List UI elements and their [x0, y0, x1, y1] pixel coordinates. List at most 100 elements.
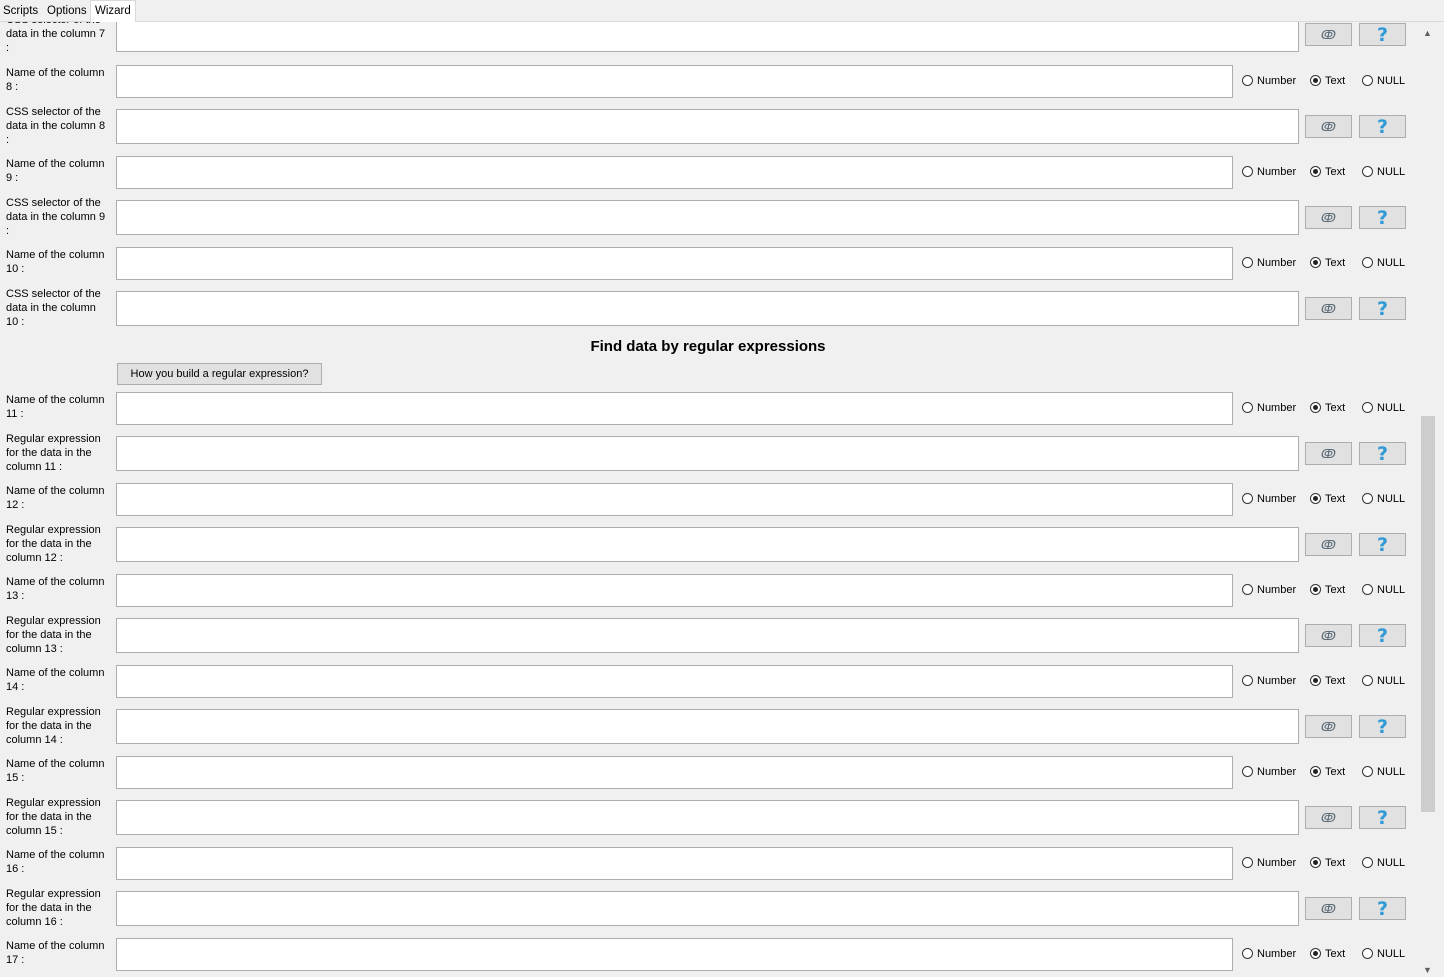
type-radio-text[interactable]: Text: [1310, 674, 1345, 688]
type-radio-text[interactable]: Text: [1310, 165, 1345, 179]
help-button[interactable]: ?: [1359, 806, 1406, 829]
type-radio-text[interactable]: Text: [1310, 492, 1345, 506]
look-button[interactable]: ↂ: [1305, 442, 1352, 465]
type-radio-null[interactable]: NULL: [1362, 947, 1405, 961]
radio-circle-icon: [1310, 493, 1321, 504]
column-name-label: Name of the column 13 :: [6, 576, 105, 602]
selector-input[interactable]: [116, 291, 1299, 326]
type-radio-text[interactable]: Text: [1310, 74, 1345, 88]
scroll-down-icon[interactable]: ▼: [1423, 965, 1432, 975]
type-radio-null[interactable]: NULL: [1362, 765, 1405, 779]
column-name-input[interactable]: [116, 247, 1233, 280]
look-button[interactable]: ↂ: [1305, 23, 1352, 46]
type-option-label: Text: [1325, 766, 1346, 778]
type-radio-text[interactable]: Text: [1310, 583, 1345, 597]
selector-input[interactable]: [116, 527, 1299, 562]
help-button[interactable]: ?: [1359, 442, 1406, 465]
help-button[interactable]: ?: [1359, 533, 1406, 556]
column-name-input[interactable]: [116, 756, 1233, 789]
help-icon: ?: [1376, 897, 1389, 920]
type-radio-null[interactable]: NULL: [1362, 583, 1405, 597]
selector-input[interactable]: [116, 109, 1299, 144]
selector-input[interactable]: [116, 891, 1299, 926]
type-option-label: Text: [1325, 257, 1346, 269]
type-radio-number[interactable]: Number: [1242, 401, 1296, 415]
radio-circle-icon: [1242, 766, 1253, 777]
look-button[interactable]: ↂ: [1305, 206, 1352, 229]
column-name-input[interactable]: [116, 665, 1233, 698]
scroll-up-icon[interactable]: ▲: [1423, 28, 1432, 38]
type-radio-number[interactable]: Number: [1242, 583, 1296, 597]
help-button[interactable]: ?: [1359, 297, 1406, 320]
tab-wizard[interactable]: Wizard: [90, 0, 136, 22]
radio-circle-icon: [1362, 766, 1373, 777]
glasses-icon: ↂ: [1321, 628, 1336, 643]
scrollbar-thumb[interactable]: [1421, 416, 1435, 812]
look-button[interactable]: ↂ: [1305, 715, 1352, 738]
type-radio-number[interactable]: Number: [1242, 256, 1296, 270]
type-option-label: Text: [1325, 75, 1346, 87]
selector-input[interactable]: [116, 436, 1299, 471]
help-button[interactable]: ?: [1359, 897, 1406, 920]
column-name-input[interactable]: [116, 483, 1233, 516]
type-radio-null[interactable]: NULL: [1362, 856, 1405, 870]
radio-circle-icon: [1362, 584, 1373, 595]
help-button[interactable]: ?: [1359, 624, 1406, 647]
selector-input[interactable]: [116, 22, 1299, 52]
help-button[interactable]: ?: [1359, 23, 1406, 46]
selector-input[interactable]: [116, 200, 1299, 235]
column-name-input[interactable]: [116, 392, 1233, 425]
type-radio-number[interactable]: Number: [1242, 856, 1296, 870]
type-radio-number[interactable]: Number: [1242, 947, 1296, 961]
type-radio-number[interactable]: Number: [1242, 674, 1296, 688]
type-radio-number[interactable]: Number: [1242, 74, 1296, 88]
type-option-label: NULL: [1377, 166, 1406, 178]
tab-scripts[interactable]: Scripts: [0, 2, 41, 21]
type-option-label: NULL: [1377, 584, 1406, 596]
look-button[interactable]: ↂ: [1305, 624, 1352, 647]
radio-circle-icon: [1310, 857, 1321, 868]
column-name-label: Name of the column 10 :: [6, 249, 105, 275]
type-radio-text[interactable]: Text: [1310, 256, 1345, 270]
column-name-input[interactable]: [116, 847, 1233, 880]
glasses-icon: ↂ: [1321, 301, 1336, 316]
look-button[interactable]: ↂ: [1305, 115, 1352, 138]
selector-input[interactable]: [116, 709, 1299, 744]
type-radio-null[interactable]: NULL: [1362, 74, 1405, 88]
help-button[interactable]: ?: [1359, 115, 1406, 138]
selector-input[interactable]: [116, 618, 1299, 653]
vertical-scrollbar[interactable]: ▲ ▼: [1420, 22, 1437, 977]
type-radio-null[interactable]: NULL: [1362, 401, 1405, 415]
type-radio-null[interactable]: NULL: [1362, 492, 1405, 506]
look-button[interactable]: ↂ: [1305, 533, 1352, 556]
column-name-input[interactable]: [116, 574, 1233, 607]
regex-help-button[interactable]: How you build a regular expression?: [117, 363, 322, 385]
selector-input[interactable]: [116, 800, 1299, 835]
radio-circle-icon: [1242, 493, 1253, 504]
help-icon: ?: [1376, 533, 1389, 556]
look-button[interactable]: ↂ: [1305, 897, 1352, 920]
glasses-icon: ↂ: [1321, 27, 1336, 42]
type-radio-text[interactable]: Text: [1310, 401, 1345, 415]
tab-options[interactable]: Options: [44, 2, 90, 21]
radio-circle-icon: [1362, 493, 1373, 504]
type-radio-null[interactable]: NULL: [1362, 165, 1405, 179]
column-name-input[interactable]: [116, 156, 1233, 189]
column-name-input[interactable]: [116, 65, 1233, 98]
glasses-icon: ↂ: [1321, 901, 1336, 916]
type-radio-number[interactable]: Number: [1242, 492, 1296, 506]
look-button[interactable]: ↂ: [1305, 806, 1352, 829]
type-radio-null[interactable]: NULL: [1362, 256, 1405, 270]
help-button[interactable]: ?: [1359, 206, 1406, 229]
column-name-label: Name of the column 14 :: [6, 667, 105, 693]
column-name-input[interactable]: [116, 938, 1233, 971]
type-option-label: NULL: [1377, 402, 1406, 414]
type-radio-text[interactable]: Text: [1310, 947, 1345, 961]
help-button[interactable]: ?: [1359, 715, 1406, 738]
type-radio-text[interactable]: Text: [1310, 765, 1345, 779]
type-radio-null[interactable]: NULL: [1362, 674, 1405, 688]
look-button[interactable]: ↂ: [1305, 297, 1352, 320]
type-radio-text[interactable]: Text: [1310, 856, 1345, 870]
type-radio-number[interactable]: Number: [1242, 765, 1296, 779]
type-radio-number[interactable]: Number: [1242, 165, 1296, 179]
